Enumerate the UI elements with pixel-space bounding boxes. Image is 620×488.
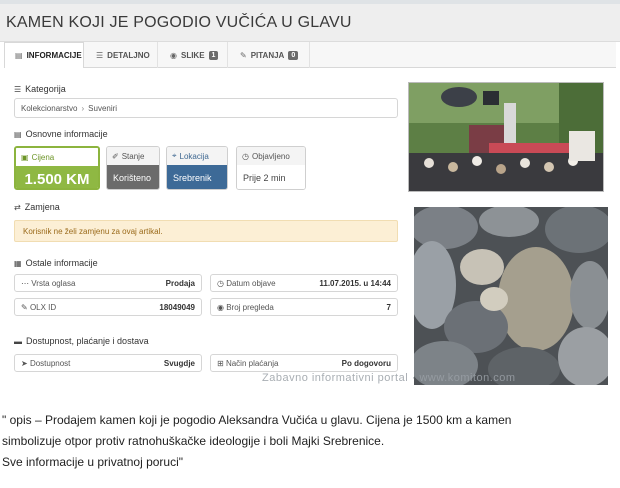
field-value: 11.07.2015. u 14:44: [319, 278, 391, 288]
section-heading: Dostupnost, plaćanje i dostava: [26, 336, 149, 346]
caption-line: simbolizuje otpor protiv ratnohuškačke i…: [2, 434, 385, 448]
listing-photo-stones[interactable]: [414, 207, 608, 385]
listing-photo-crowd[interactable]: [408, 82, 604, 192]
published-value: Prije 2 min: [237, 165, 305, 189]
field-value: Prodaja: [165, 278, 195, 288]
map-pin-icon: ⌖: [172, 151, 177, 160]
price-value: 1.500 KM: [16, 166, 98, 188]
field-olx-id: ✎ OLX ID 18049049: [14, 298, 202, 316]
tab-count-badge: 1: [208, 50, 219, 60]
field-label: Način plaćanja: [225, 358, 279, 368]
chevron-right-icon: ›: [81, 103, 85, 113]
chat-icon: ✎: [240, 50, 247, 60]
caption-text: " opis – Prodajem kamen koji je pogodio …: [0, 410, 620, 473]
document-icon: ▤: [15, 51, 23, 60]
tab-slike[interactable]: ◉ SLIKE 1: [160, 42, 228, 68]
clock-icon: ◷: [242, 151, 249, 161]
section-heading: Osnovne informacije: [25, 129, 108, 139]
dots-icon: ⋯: [21, 278, 32, 288]
watermark-text: Zabavno informativni portal · www.komito…: [262, 372, 516, 384]
tab-informacije[interactable]: ▤ INFORMACIJE: [4, 42, 84, 69]
document-icon: ▤: [14, 129, 22, 139]
published-label: Objavljeno: [251, 151, 290, 161]
field-label: Datum objave: [226, 278, 276, 288]
section-ostale: ▦ Ostale informacije: [14, 258, 98, 268]
breadcrumb-item[interactable]: Suveniri: [88, 104, 117, 113]
field-nacin-placanja: ⊞ Način plaćanja Po dogovoru: [210, 354, 398, 372]
swap-icon: ⇄: [14, 202, 21, 212]
location-tile: ⌖ Lokacija Srebrenik: [166, 146, 228, 190]
wrench-icon: ✐: [112, 151, 119, 161]
location-label: Lokacija: [179, 151, 209, 161]
field-label: Broj pregleda: [226, 302, 274, 312]
caption-line: " opis – Prodajem kamen koji je pogodio …: [2, 413, 512, 427]
tab-label: PITANJA: [250, 50, 285, 60]
listing-header: KAMEN KOJI JE POGODIO VUČIĆA U GLAVU: [0, 4, 620, 42]
tab-label: INFORMACIJE: [26, 51, 82, 60]
caption-line: Sve informacije u privatnoj poruci": [2, 455, 184, 469]
field-value: 7: [386, 302, 391, 312]
field-dostupnost: ➤ Dostupnost Svugdje: [14, 354, 202, 372]
tab-pitanja[interactable]: ✎ PITANJA 0: [230, 42, 310, 68]
field-value: Svugdje: [163, 358, 195, 368]
section-heading: Ostale informacije: [25, 258, 98, 268]
send-icon: ➤: [21, 358, 30, 368]
list-icon: ☰: [96, 50, 104, 60]
tab-detaljno[interactable]: ☰ DETALJNO: [86, 42, 158, 68]
section-dostupnost: ▬ Dostupnost, plaćanje i dostava: [14, 336, 149, 346]
section-heading: Zamjena: [24, 202, 60, 212]
category-breadcrumb: Kolekcionarstvo › Suveniri: [14, 98, 398, 118]
section-kategorija: ☰ Kategorija: [14, 84, 66, 94]
tab-count-badge: 0: [288, 50, 299, 60]
field-label: Vrsta oglasa: [31, 278, 76, 288]
condition-value: Korišteno: [107, 165, 159, 189]
tab-label: SLIKE: [180, 50, 205, 60]
eye-icon: ◉: [217, 302, 227, 312]
grid-icon: ▦: [14, 258, 22, 268]
key-icon: ✎: [21, 302, 30, 312]
location-value: Srebrenik: [167, 165, 227, 189]
cart-icon: ⊞: [217, 358, 226, 368]
section-zamjena: ⇄ Zamjena: [14, 202, 60, 212]
field-datum-objave: ◷ Datum objave 11.07.2015. u 14:44: [210, 274, 398, 292]
price-tile: ▣ Cijena 1.500 KM: [14, 146, 100, 190]
field-value: Po dogovoru: [341, 358, 391, 368]
price-tag-icon: ▣: [21, 152, 29, 162]
price-label: Cijena: [31, 152, 55, 162]
field-value: 18049049: [159, 302, 195, 312]
published-tile: ◷ Objavljeno Prije 2 min: [236, 146, 306, 190]
field-vrsta-oglasa: ⋯ Vrsta oglasa Prodaja: [14, 274, 202, 292]
tab-bar: ▤ INFORMACIJE ☰ DETALJNO ◉ SLIKE 1 ✎ PIT…: [4, 42, 616, 69]
camera-icon: ◉: [170, 50, 177, 60]
crowd-photo-illustration: [409, 83, 603, 191]
field-broj-pregleda: ◉ Broj pregleda 7: [210, 298, 398, 316]
condition-tile: ✐ Stanje Korišteno: [106, 146, 160, 190]
field-label: OLX ID: [29, 302, 57, 312]
stones-photo-illustration: [414, 207, 608, 385]
menu-icon: ☰: [14, 84, 22, 94]
condition-label: Stanje: [121, 151, 145, 161]
section-osnovne: ▤ Osnovne informacije: [14, 129, 108, 139]
breadcrumb-item[interactable]: Kolekcionarstvo: [21, 104, 77, 113]
swap-notice: Korisnik ne želi zamjenu za ovaj artikal…: [14, 220, 398, 242]
page-title: KAMEN KOJI JE POGODIO VUČIĆA U GLAVU: [6, 14, 352, 31]
tab-label: DETALJNO: [107, 50, 150, 60]
field-label: Dostupnost: [29, 358, 71, 368]
clock-icon: ◷: [217, 278, 227, 288]
section-heading: Kategorija: [25, 84, 66, 94]
truck-icon: ▬: [14, 336, 22, 346]
